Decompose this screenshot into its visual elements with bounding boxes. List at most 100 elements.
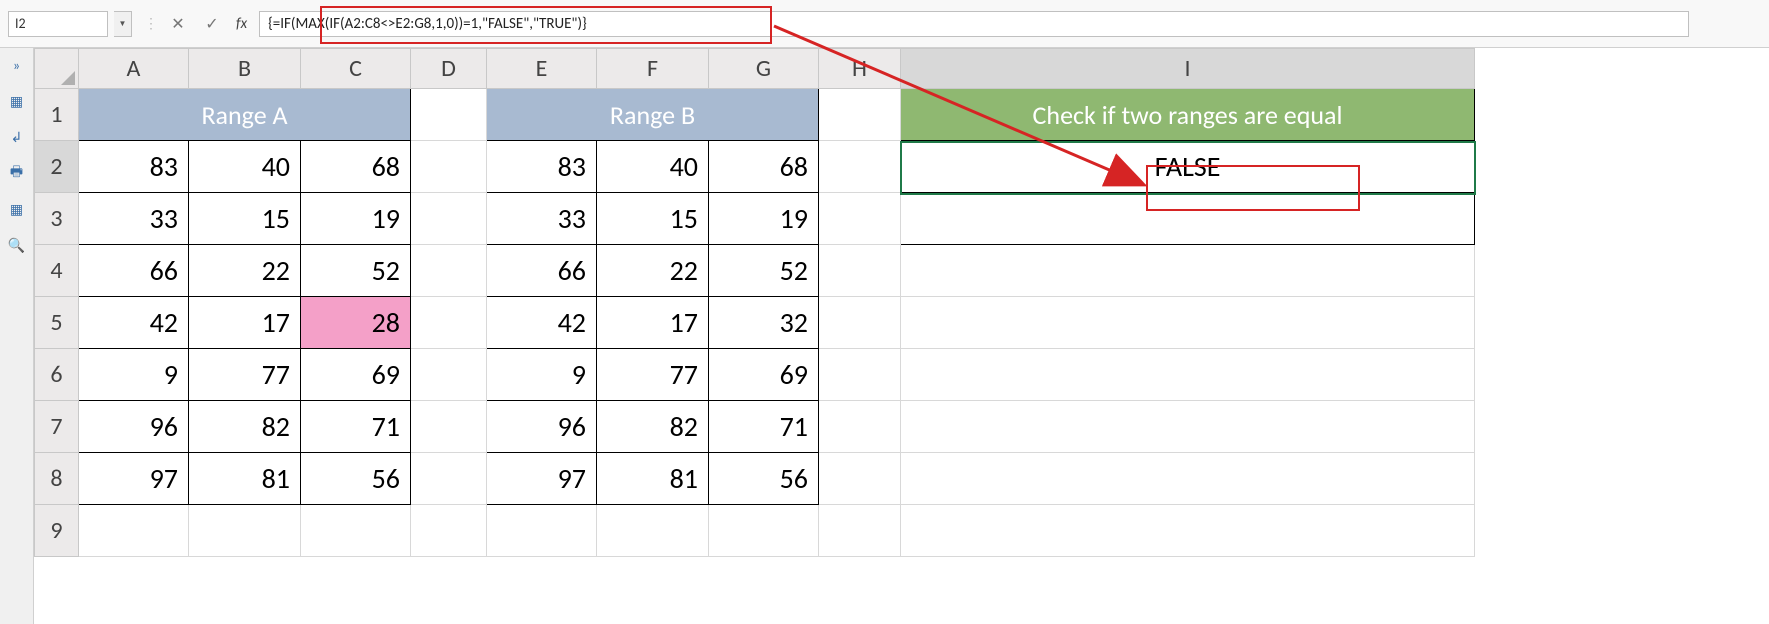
range-b-header[interactable]: Range B [487, 89, 819, 141]
cell-H3[interactable] [819, 193, 901, 245]
cell-E8[interactable]: 97 [487, 453, 597, 505]
cell-D5[interactable] [411, 297, 487, 349]
cell-C9[interactable] [301, 505, 411, 557]
cell-E6[interactable]: 9 [487, 349, 597, 401]
select-all-corner[interactable] [35, 49, 79, 89]
fx-icon[interactable]: fx [236, 15, 247, 33]
cell-G6[interactable]: 69 [709, 349, 819, 401]
col-header-I[interactable]: I [901, 49, 1475, 89]
accept-formula-button[interactable]: ✓ [198, 11, 226, 37]
cell-E3[interactable]: 33 [487, 193, 597, 245]
cell-C3[interactable]: 19 [301, 193, 411, 245]
col-header-E[interactable]: E [487, 49, 597, 89]
col-header-H[interactable]: H [819, 49, 901, 89]
cell-D9[interactable] [411, 505, 487, 557]
cell-A7[interactable]: 96 [79, 401, 189, 453]
row-header-5[interactable]: 5 [35, 297, 79, 349]
spreadsheet-grid[interactable]: A B C D E F G H I 1 Range A Range B Chec… [34, 48, 1769, 624]
cell-G3[interactable]: 19 [709, 193, 819, 245]
cell-F7[interactable]: 82 [597, 401, 709, 453]
cell-G8[interactable]: 56 [709, 453, 819, 505]
name-box-dropdown[interactable]: ▼ [114, 11, 132, 37]
cell-A8[interactable]: 97 [79, 453, 189, 505]
cell-G9[interactable] [709, 505, 819, 557]
cell-F4[interactable]: 22 [597, 245, 709, 297]
cell-H6[interactable] [819, 349, 901, 401]
grid-icon[interactable]: ▦ [7, 92, 27, 110]
cell-F2[interactable]: 40 [597, 141, 709, 193]
cell-H1[interactable] [819, 89, 901, 141]
cell-C7[interactable]: 71 [301, 401, 411, 453]
check-header[interactable]: Check if two ranges are equal [901, 89, 1475, 141]
cell-C5[interactable]: 28 [301, 297, 411, 349]
cell-D8[interactable] [411, 453, 487, 505]
cell-D1[interactable] [411, 89, 487, 141]
cell-D2[interactable] [411, 141, 487, 193]
table-icon[interactable]: ▦ [7, 200, 27, 218]
row-header-7[interactable]: 7 [35, 401, 79, 453]
cell-H7[interactable] [819, 401, 901, 453]
cell-B8[interactable]: 81 [189, 453, 301, 505]
cell-H8[interactable] [819, 453, 901, 505]
name-box[interactable]: I2 [8, 11, 108, 37]
col-header-A[interactable]: A [79, 49, 189, 89]
cell-I9[interactable] [901, 505, 1475, 557]
cell-C8[interactable]: 56 [301, 453, 411, 505]
formula-input[interactable]: {=IF(MAX(IF(A2:C8<>E2:G8,1,0))=1,"FALSE"… [259, 11, 1689, 37]
row-header-9[interactable]: 9 [35, 505, 79, 557]
row-header-2[interactable]: 2 [35, 141, 79, 193]
return-icon[interactable]: ↲ [7, 128, 27, 146]
cell-D4[interactable] [411, 245, 487, 297]
cell-G5[interactable]: 32 [709, 297, 819, 349]
col-header-G[interactable]: G [709, 49, 819, 89]
cell-E2[interactable]: 83 [487, 141, 597, 193]
cell-E9[interactable] [487, 505, 597, 557]
cell-I6[interactable] [901, 349, 1475, 401]
cell-E5[interactable]: 42 [487, 297, 597, 349]
cell-H2[interactable] [819, 141, 901, 193]
expand-panel-icon[interactable]: » [7, 56, 27, 74]
cancel-formula-button[interactable]: ✕ [164, 11, 192, 37]
cell-C6[interactable]: 69 [301, 349, 411, 401]
cell-F5[interactable]: 17 [597, 297, 709, 349]
cell-F6[interactable]: 77 [597, 349, 709, 401]
row-header-6[interactable]: 6 [35, 349, 79, 401]
cell-D7[interactable] [411, 401, 487, 453]
cell-B9[interactable] [189, 505, 301, 557]
find-icon[interactable]: 🔍 [7, 236, 27, 254]
cell-E7[interactable]: 96 [487, 401, 597, 453]
col-header-B[interactable]: B [189, 49, 301, 89]
cell-A3[interactable]: 33 [79, 193, 189, 245]
row-header-3[interactable]: 3 [35, 193, 79, 245]
cell-F3[interactable]: 15 [597, 193, 709, 245]
col-header-C[interactable]: C [301, 49, 411, 89]
cell-A2[interactable]: 83 [79, 141, 189, 193]
cell-B6[interactable]: 77 [189, 349, 301, 401]
cell-I2[interactable]: FALSE [901, 141, 1475, 193]
cell-B5[interactable]: 17 [189, 297, 301, 349]
cell-D6[interactable] [411, 349, 487, 401]
cell-H5[interactable] [819, 297, 901, 349]
cell-A5[interactable]: 42 [79, 297, 189, 349]
cell-E4[interactable]: 66 [487, 245, 597, 297]
cell-A9[interactable] [79, 505, 189, 557]
cell-C4[interactable]: 52 [301, 245, 411, 297]
cell-H4[interactable] [819, 245, 901, 297]
cell-D3[interactable] [411, 193, 487, 245]
cell-I5[interactable] [901, 297, 1475, 349]
cell-B4[interactable]: 22 [189, 245, 301, 297]
col-header-D[interactable]: D [411, 49, 487, 89]
row-header-4[interactable]: 4 [35, 245, 79, 297]
cell-F9[interactable] [597, 505, 709, 557]
cell-B3[interactable]: 15 [189, 193, 301, 245]
row-header-1[interactable]: 1 [35, 89, 79, 141]
cell-B2[interactable]: 40 [189, 141, 301, 193]
cell-A6[interactable]: 9 [79, 349, 189, 401]
cell-B7[interactable]: 82 [189, 401, 301, 453]
cell-G2[interactable]: 68 [709, 141, 819, 193]
cell-G7[interactable]: 71 [709, 401, 819, 453]
cell-C2[interactable]: 68 [301, 141, 411, 193]
cell-I7[interactable] [901, 401, 1475, 453]
cell-H9[interactable] [819, 505, 901, 557]
cell-I4[interactable] [901, 245, 1475, 297]
